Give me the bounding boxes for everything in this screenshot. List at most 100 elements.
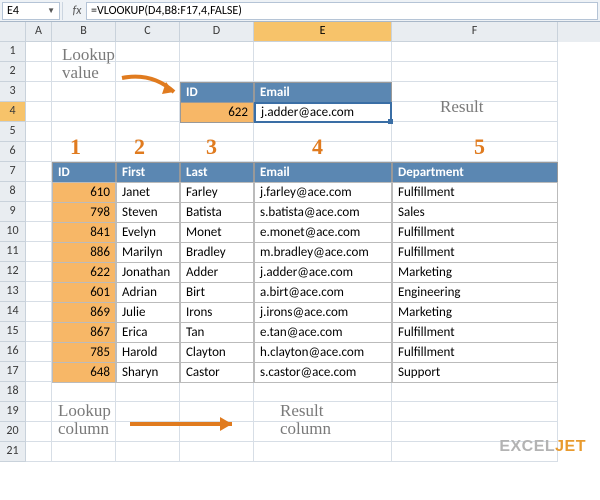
cell-last[interactable]: Farley [180, 182, 254, 203]
cell[interactable] [254, 422, 392, 442]
cell-last[interactable]: Monet [180, 222, 254, 243]
cell-last[interactable]: Adder [180, 262, 254, 283]
row-header[interactable]: 12 [0, 262, 26, 282]
cell[interactable] [26, 362, 52, 382]
cell-email[interactable]: s.castor@ace.com [254, 362, 392, 383]
cell-email[interactable]: j.farley@ace.com [254, 182, 392, 203]
col-header-A[interactable]: A [26, 22, 52, 42]
cell-dept[interactable]: Marketing [392, 262, 558, 283]
cell[interactable] [26, 402, 52, 422]
cell[interactable] [116, 62, 180, 82]
row-header[interactable]: 18 [0, 382, 26, 402]
cell-dept[interactable]: Engineering [392, 282, 558, 303]
cell[interactable] [52, 442, 116, 462]
cell[interactable] [26, 442, 52, 462]
cell[interactable] [116, 122, 180, 142]
cell[interactable] [180, 122, 254, 142]
cell-id[interactable]: 869 [52, 302, 116, 323]
cell[interactable] [26, 182, 52, 202]
cell[interactable] [180, 142, 254, 162]
cell-first[interactable]: Jonathan [116, 262, 180, 283]
cell[interactable] [52, 42, 116, 62]
cell-id[interactable]: 622 [52, 262, 116, 283]
cell[interactable] [180, 42, 254, 62]
cell[interactable] [52, 82, 116, 102]
cell[interactable] [254, 142, 392, 162]
cell-last[interactable]: Irons [180, 302, 254, 323]
cell[interactable] [26, 42, 52, 62]
cell[interactable] [26, 322, 52, 342]
cell-id[interactable]: 867 [52, 322, 116, 343]
col-header-B[interactable]: B [52, 22, 116, 42]
select-all-corner[interactable] [0, 22, 26, 42]
cell[interactable] [26, 222, 52, 242]
cell[interactable] [392, 82, 558, 102]
cell-dept[interactable]: Sales [392, 202, 558, 223]
cell[interactable] [180, 62, 254, 82]
row-header[interactable]: 16 [0, 342, 26, 362]
cell[interactable] [52, 122, 116, 142]
row-header[interactable]: 17 [0, 362, 26, 382]
cell[interactable] [52, 102, 116, 122]
cell-dept[interactable]: Fulfillment [392, 322, 558, 343]
cell[interactable] [392, 142, 558, 162]
chevron-down-icon[interactable]: ▼ [47, 6, 55, 16]
cell-email[interactable]: e.monet@ace.com [254, 222, 392, 243]
cell[interactable] [180, 442, 254, 462]
cell[interactable] [392, 382, 558, 402]
cell[interactable] [116, 82, 180, 102]
cell[interactable] [26, 422, 52, 442]
cell-email[interactable]: e.tan@ace.com [254, 322, 392, 343]
lookup-email-result[interactable]: j.adder@ace.com [254, 102, 392, 123]
fx-icon[interactable]: fx [68, 4, 86, 18]
cell[interactable] [26, 62, 52, 82]
cell[interactable] [26, 382, 52, 402]
cell[interactable] [26, 162, 52, 182]
cell-email[interactable]: m.bradley@ace.com [254, 242, 392, 263]
cell[interactable] [52, 142, 116, 162]
cell[interactable] [26, 102, 52, 122]
row-header[interactable]: 5 [0, 122, 26, 142]
row-header[interactable]: 6 [0, 142, 26, 162]
cell[interactable] [52, 402, 116, 422]
cell-dept[interactable]: Fulfillment [392, 182, 558, 203]
cell-dept[interactable]: Fulfillment [392, 222, 558, 243]
row-header[interactable]: 10 [0, 222, 26, 242]
col-header-D[interactable]: D [180, 22, 254, 42]
cell-last[interactable]: Castor [180, 362, 254, 383]
cell-last[interactable]: Clayton [180, 342, 254, 363]
cell[interactable] [254, 402, 392, 422]
cell[interactable] [392, 402, 558, 422]
cell[interactable] [392, 42, 558, 62]
col-header-F[interactable]: F [392, 22, 558, 42]
cell[interactable] [116, 102, 180, 122]
cell-id[interactable]: 886 [52, 242, 116, 263]
cell-first[interactable]: Marilyn [116, 242, 180, 263]
cell-dept[interactable]: Marketing [392, 302, 558, 323]
row-header[interactable]: 21 [0, 442, 26, 462]
cell-id[interactable]: 798 [52, 202, 116, 223]
cell-last[interactable]: Batista [180, 202, 254, 223]
cell-first[interactable]: Harold [116, 342, 180, 363]
lookup-id-value[interactable]: 622 [180, 102, 254, 123]
cell-first[interactable]: Evelyn [116, 222, 180, 243]
cell-email[interactable]: s.batista@ace.com [254, 202, 392, 223]
cell[interactable] [254, 442, 392, 462]
cell[interactable] [52, 382, 116, 402]
cell-id[interactable]: 841 [52, 222, 116, 243]
cell-first[interactable]: Sharyn [116, 362, 180, 383]
row-header[interactable]: 14 [0, 302, 26, 322]
cell-id[interactable]: 648 [52, 362, 116, 383]
cell[interactable] [254, 382, 392, 402]
row-header[interactable]: 3 [0, 82, 26, 102]
col-header-E[interactable]: E [254, 22, 392, 42]
cell-first[interactable]: Erica [116, 322, 180, 343]
cell-email[interactable]: j.irons@ace.com [254, 302, 392, 323]
row-header[interactable]: 11 [0, 242, 26, 262]
cell-last[interactable]: Tan [180, 322, 254, 343]
cell-dept[interactable]: Fulfillment [392, 342, 558, 363]
cell[interactable] [254, 62, 392, 82]
cell[interactable] [52, 422, 116, 442]
cell[interactable] [392, 62, 558, 82]
cell[interactable] [116, 422, 180, 442]
